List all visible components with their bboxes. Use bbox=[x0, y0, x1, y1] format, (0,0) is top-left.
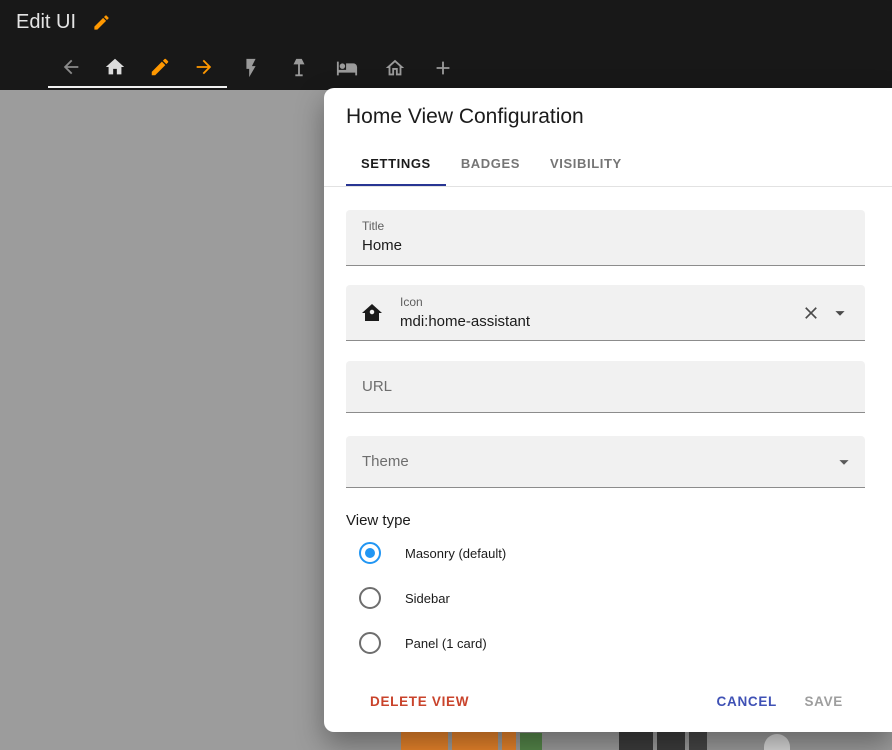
background-card-thumbnail bbox=[520, 733, 542, 750]
icon-field-value: mdi:home-assistant bbox=[400, 313, 531, 330]
home-view-configuration-dialog: Home View Configuration SETTINGS BADGES … bbox=[324, 88, 892, 732]
radio-panel-label: Panel (1 card) bbox=[405, 635, 487, 651]
radio-masonry-label: Masonry (default) bbox=[405, 545, 507, 561]
url-field-label: URL bbox=[362, 378, 393, 395]
background-card-thumbnail bbox=[452, 732, 498, 750]
background-card-thumbnail bbox=[401, 732, 448, 750]
radio-masonry[interactable]: Masonry (default) bbox=[359, 542, 506, 564]
app-header: Edit UI bbox=[0, 0, 892, 90]
url-field[interactable]: URL bbox=[346, 361, 865, 413]
radio-unselected-icon[interactable] bbox=[359, 632, 381, 654]
home-assistant-icon bbox=[360, 301, 384, 325]
home-icon bbox=[104, 56, 126, 78]
theme-select[interactable]: Theme bbox=[346, 436, 865, 488]
icon-field[interactable]: Icon mdi:home-assistant bbox=[346, 285, 865, 341]
radio-panel[interactable]: Panel (1 card) bbox=[359, 632, 487, 654]
edit-title-pencil-icon[interactable] bbox=[92, 13, 111, 32]
arrow-left-icon[interactable] bbox=[60, 56, 82, 78]
radio-sidebar-label: Sidebar bbox=[405, 590, 450, 606]
icon-field-label: Icon bbox=[400, 295, 423, 309]
view-type-heading: View type bbox=[346, 512, 411, 529]
tab-badges[interactable]: BADGES bbox=[446, 140, 535, 186]
cancel-button[interactable]: CANCEL bbox=[711, 693, 783, 710]
dropdown-caret-icon[interactable] bbox=[829, 302, 851, 324]
header-title-row: Edit UI bbox=[16, 7, 111, 37]
icon-field-text: Icon mdi:home-assistant bbox=[400, 295, 801, 330]
view-tab-home-outline-icon[interactable] bbox=[371, 48, 419, 88]
delete-view-button[interactable]: DELETE VIEW bbox=[364, 693, 475, 710]
dialog-tabs: SETTINGS BADGES VISIBILITY bbox=[346, 140, 637, 186]
dropdown-caret-icon[interactable] bbox=[833, 451, 855, 473]
add-view-plus-icon[interactable] bbox=[419, 48, 467, 88]
page-title: Edit UI bbox=[16, 11, 77, 33]
view-tab-bed-icon[interactable] bbox=[323, 48, 371, 88]
background-card-thumbnail bbox=[689, 732, 707, 750]
tabs-divider bbox=[324, 186, 892, 187]
active-view-tab[interactable] bbox=[48, 48, 227, 88]
view-tabs bbox=[227, 48, 467, 88]
background-card-thumbnail bbox=[657, 732, 685, 750]
background-card-thumbnail bbox=[764, 734, 790, 750]
theme-field-label: Theme bbox=[362, 453, 409, 470]
tab-visibility[interactable]: VISIBILITY bbox=[535, 140, 637, 186]
view-tab-flash-icon[interactable] bbox=[227, 48, 275, 88]
title-field-label: Title bbox=[362, 219, 385, 233]
icon-field-trailing bbox=[801, 302, 851, 324]
background-card-thumbnail bbox=[619, 732, 653, 750]
clear-icon[interactable] bbox=[801, 303, 821, 323]
save-button[interactable]: SAVE bbox=[798, 693, 849, 710]
view-tab-floor-lamp-icon[interactable] bbox=[275, 48, 323, 88]
radio-selected-icon[interactable] bbox=[359, 542, 381, 564]
dialog-title: Home View Configuration bbox=[346, 105, 584, 128]
title-field[interactable]: Title Home bbox=[346, 210, 865, 266]
background-card-thumbnail bbox=[502, 732, 516, 750]
radio-sidebar[interactable]: Sidebar bbox=[359, 587, 450, 609]
arrow-right-icon[interactable] bbox=[193, 56, 215, 78]
title-field-value: Home bbox=[362, 237, 403, 254]
radio-unselected-icon[interactable] bbox=[359, 587, 381, 609]
pencil-icon[interactable] bbox=[149, 56, 171, 78]
tab-settings[interactable]: SETTINGS bbox=[346, 140, 446, 186]
